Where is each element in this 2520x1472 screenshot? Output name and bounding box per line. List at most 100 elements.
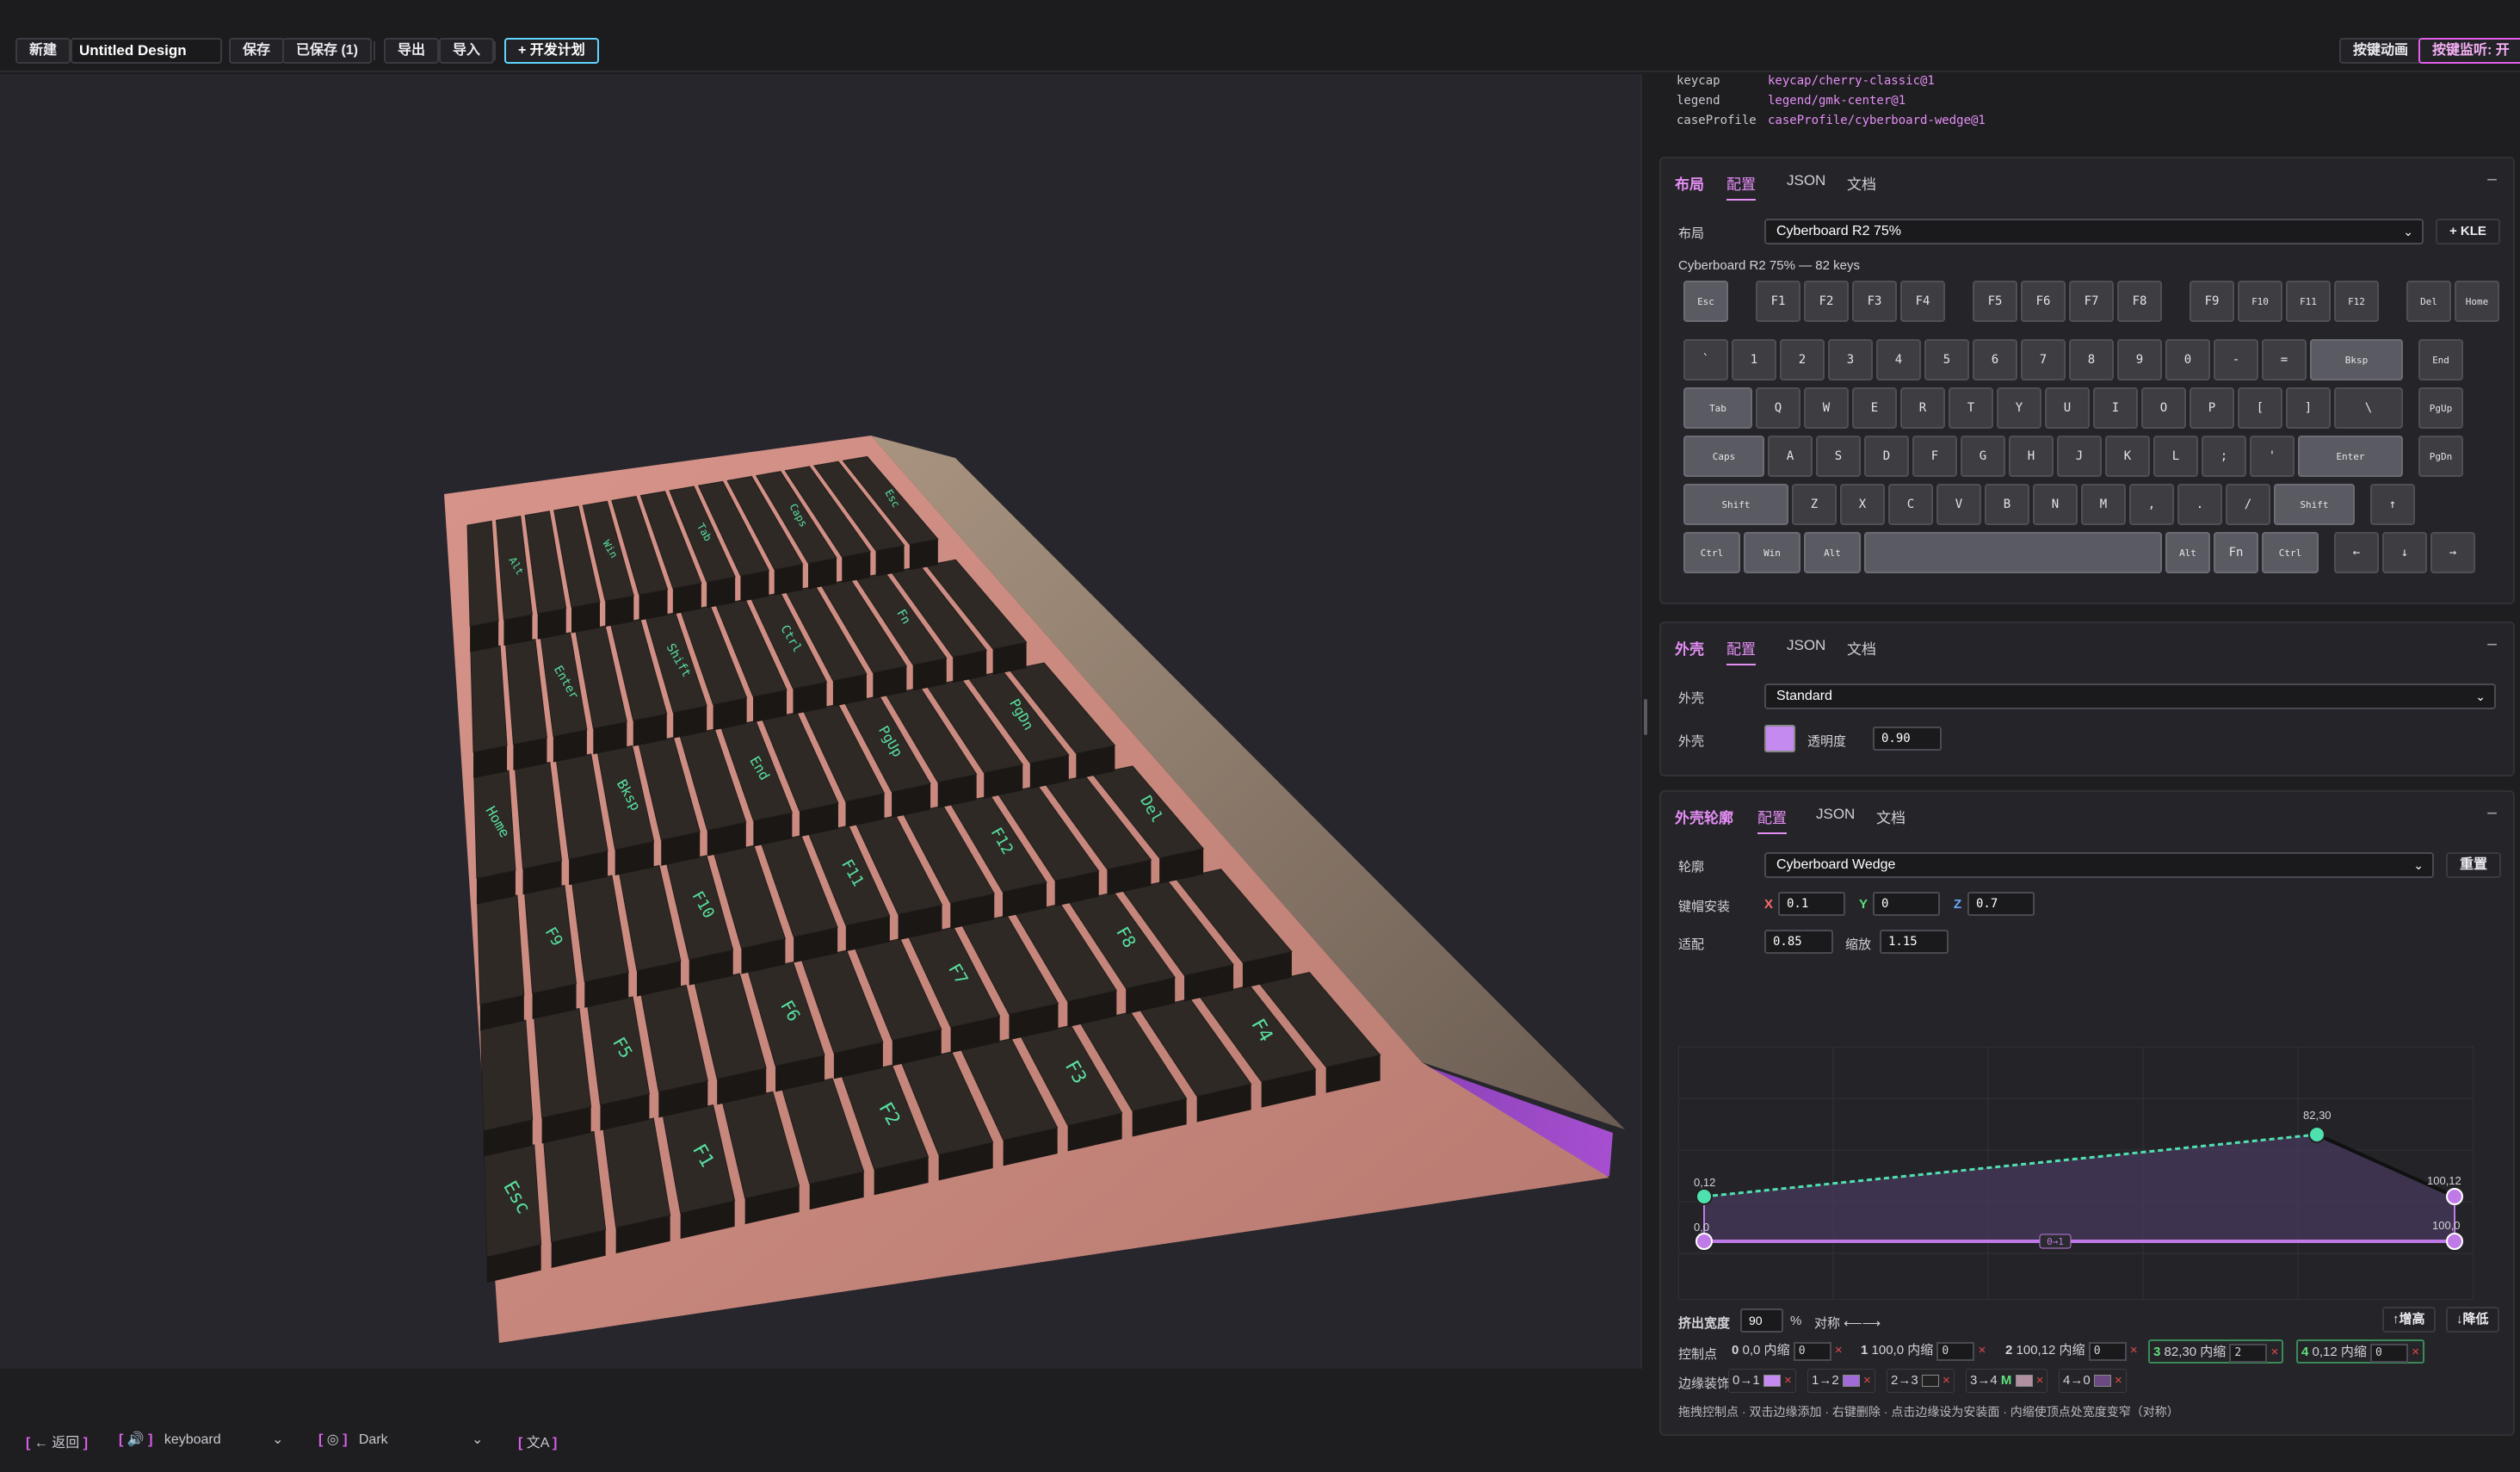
control-point-entry[interactable]: 4 0,12 内缩 0 × (2296, 1339, 2424, 1364)
layout-key-f8[interactable]: F8 (2117, 281, 2162, 322)
layout-key--[interactable]: [ (2238, 387, 2282, 429)
layout-key-a[interactable]: A (1768, 436, 1813, 477)
layout-key-1[interactable]: 1 (1732, 339, 1776, 380)
layout-key-l[interactable]: L (2153, 436, 2198, 477)
layout-select[interactable]: Cyberboard R2 75% ⌄ (1764, 219, 2424, 244)
layout-key-9[interactable]: 9 (2117, 339, 2162, 380)
layout-key--[interactable]: - (2214, 339, 2258, 380)
edge-decor-entry[interactable]: 2→3 × (1887, 1369, 1955, 1393)
layout-key--[interactable]: \ (2334, 387, 2403, 429)
language-toggle[interactable]: [ 文A ] (518, 1431, 557, 1451)
control-point-3[interactable] (2308, 1126, 2325, 1143)
import-kle-button[interactable]: + KLE (2436, 219, 2500, 244)
collapse-icon[interactable]: − (2486, 802, 2498, 825)
keycap[interactable] (480, 1019, 534, 1132)
layout-key-k[interactable]: K (2105, 436, 2150, 477)
back-button[interactable]: [ ← 返回 ] (26, 1431, 88, 1451)
layout-key-o[interactable]: O (2141, 387, 2186, 429)
control-point-entry[interactable]: 2 100,12 内缩 0 × (2002, 1339, 2141, 1364)
mount-z-input[interactable]: 0.7 (1967, 892, 2035, 916)
edge-decor-entry[interactable]: 1→2 × (1807, 1369, 1875, 1393)
layout-key-f1[interactable]: F1 (1756, 281, 1800, 322)
collapse-icon[interactable]: − (2486, 169, 2498, 191)
layout-key-p[interactable]: P (2190, 387, 2234, 429)
layout-key-shift[interactable]: Shift (2274, 484, 2355, 525)
layout-key-d[interactable]: D (1864, 436, 1909, 477)
layout-key-alt[interactable]: Alt (1804, 532, 1861, 573)
fit-input[interactable]: 0.85 (1764, 930, 1833, 954)
control-point-2[interactable] (2446, 1188, 2463, 1205)
layout-key--[interactable]: → (2430, 532, 2475, 573)
symmetry-toggle[interactable]: 对称 ⟵⟶ (1814, 1314, 1881, 1332)
extrude-input[interactable]: 90 (1740, 1308, 1783, 1333)
layout-key-f9[interactable]: F9 (2190, 281, 2234, 322)
scale-input[interactable]: 1.15 (1880, 930, 1949, 954)
layout-key-v[interactable]: V (1936, 484, 1981, 525)
layout-key-f10[interactable]: F10 (2238, 281, 2282, 322)
sound-selector[interactable]: [ 🔊 ] keyboard ⌄ (119, 1431, 283, 1448)
tab-layout-docs[interactable]: 文档 (1847, 172, 1876, 194)
import-button[interactable]: 导入 (439, 38, 495, 64)
layout-key-fn[interactable]: Fn (2214, 532, 2258, 573)
layout-key-y[interactable]: Y (1997, 387, 2041, 429)
layout-key-pgup[interactable]: PgUp (2418, 387, 2463, 429)
layout-key-alt[interactable]: Alt (2165, 532, 2210, 573)
layout-key-enter[interactable]: Enter (2298, 436, 2403, 477)
layout-key-s[interactable]: S (1816, 436, 1861, 477)
layout-key--[interactable]: / (2226, 484, 2270, 525)
layout-key-7[interactable]: 7 (2021, 339, 2066, 380)
keycap[interactable] (477, 894, 525, 1005)
edge-decor-entry[interactable]: 0→1 × (1728, 1369, 1796, 1393)
layout-key-f[interactable]: F (1912, 436, 1957, 477)
layout-key-ctrl[interactable]: Ctrl (1683, 532, 1740, 573)
layout-key-8[interactable]: 8 (2069, 339, 2114, 380)
layout-key--[interactable]: , (2129, 484, 2174, 525)
profile-graph[interactable]: 0→1 0,12 0,0 82,30 100,12 100,0 (1678, 1047, 2474, 1300)
tab-layout-config[interactable]: 配置 (1726, 172, 1756, 201)
layout-key-u[interactable]: U (2045, 387, 2090, 429)
layout-key--[interactable]: ← (2334, 532, 2379, 573)
layout-key-f2[interactable]: F2 (1804, 281, 1849, 322)
save-button[interactable]: 保存 (229, 38, 285, 64)
profile-select[interactable]: Cyberboard Wedge ⌄ (1764, 852, 2434, 878)
layout-key-del[interactable]: Del (2406, 281, 2451, 322)
layout-key--[interactable]: ↓ (2382, 532, 2427, 573)
layout-key-f6[interactable]: F6 (2021, 281, 2066, 322)
layout-key-t[interactable]: T (1949, 387, 1993, 429)
layout-key-win[interactable]: Win (1744, 532, 1800, 573)
layout-key-5[interactable]: 5 (1924, 339, 1969, 380)
tab-case-docs[interactable]: 文档 (1847, 637, 1876, 659)
tab-outline-config[interactable]: 配置 (1757, 806, 1787, 834)
layout-key-r[interactable]: R (1900, 387, 1945, 429)
layout-key-2[interactable]: 2 (1780, 339, 1825, 380)
case-color-swatch[interactable] (1764, 725, 1795, 752)
layout-key-tab[interactable]: Tab (1683, 387, 1752, 429)
layout-key-6[interactable]: 6 (1973, 339, 2017, 380)
tab-outline-json[interactable]: JSON (1816, 806, 1855, 823)
mount-y-input[interactable]: 0 (1873, 892, 1940, 916)
case-select[interactable]: Standard ⌄ (1764, 683, 2496, 709)
theme-selector[interactable]: [ ◎ ] Dark ⌄ (318, 1431, 483, 1448)
export-button[interactable]: 导出 (384, 38, 440, 64)
key-monitor-toggle[interactable]: 按键监听: 开 (2418, 38, 2520, 64)
layout-key-3[interactable]: 3 (1828, 339, 1873, 380)
control-point-0[interactable] (1695, 1233, 1713, 1250)
layout-key-f4[interactable]: F4 (1900, 281, 1945, 322)
layout-key-0[interactable]: 0 (2165, 339, 2210, 380)
dev-plan-button[interactable]: + 开发计划 (504, 38, 599, 64)
layout-key-f3[interactable]: F3 (1852, 281, 1897, 322)
saved-list-button[interactable]: 已保存 (1) (282, 38, 373, 64)
layout-key-b[interactable]: B (1985, 484, 2029, 525)
control-point-1[interactable] (2446, 1233, 2463, 1250)
control-point-entry[interactable]: 1 100,0 内缩 0 × (1857, 1339, 1989, 1364)
key-animation-button[interactable]: 按键动画 (2339, 38, 2423, 64)
layout-key--[interactable]: = (2262, 339, 2307, 380)
layout-key-f12[interactable]: F12 (2334, 281, 2379, 322)
layout-key--[interactable]: ↑ (2370, 484, 2415, 525)
layout-key-q[interactable]: Q (1756, 387, 1800, 429)
mount-x-input[interactable]: 0.1 (1778, 892, 1845, 916)
layout-key-4[interactable]: 4 (1876, 339, 1921, 380)
layout-key--[interactable]: ` (1683, 339, 1728, 380)
layout-key--[interactable]: ; (2202, 436, 2246, 477)
collapse-icon[interactable]: − (2486, 634, 2498, 656)
